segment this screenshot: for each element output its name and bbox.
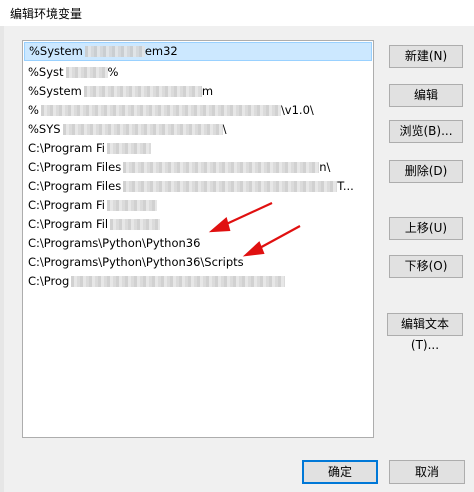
ok-button[interactable]: 确定 bbox=[302, 460, 378, 484]
annotation-arrow-2 bbox=[242, 225, 301, 257]
move-up-button[interactable]: 上移(U) bbox=[389, 217, 463, 240]
browse-button[interactable]: 浏览(B)... bbox=[389, 120, 463, 143]
edit-text-button[interactable]: 编辑文本(T)... bbox=[387, 313, 463, 352]
cancel-button[interactable]: 取消 bbox=[389, 460, 465, 484]
delete-button[interactable]: 删除(D) bbox=[389, 160, 463, 183]
annotation-arrows bbox=[208, 202, 301, 257]
new-button[interactable]: 新建(N) bbox=[389, 45, 463, 68]
annotation-arrow-1 bbox=[208, 202, 273, 233]
edit-button[interactable]: 编辑 bbox=[389, 84, 463, 107]
move-down-button[interactable]: 下移(O) bbox=[389, 255, 463, 278]
